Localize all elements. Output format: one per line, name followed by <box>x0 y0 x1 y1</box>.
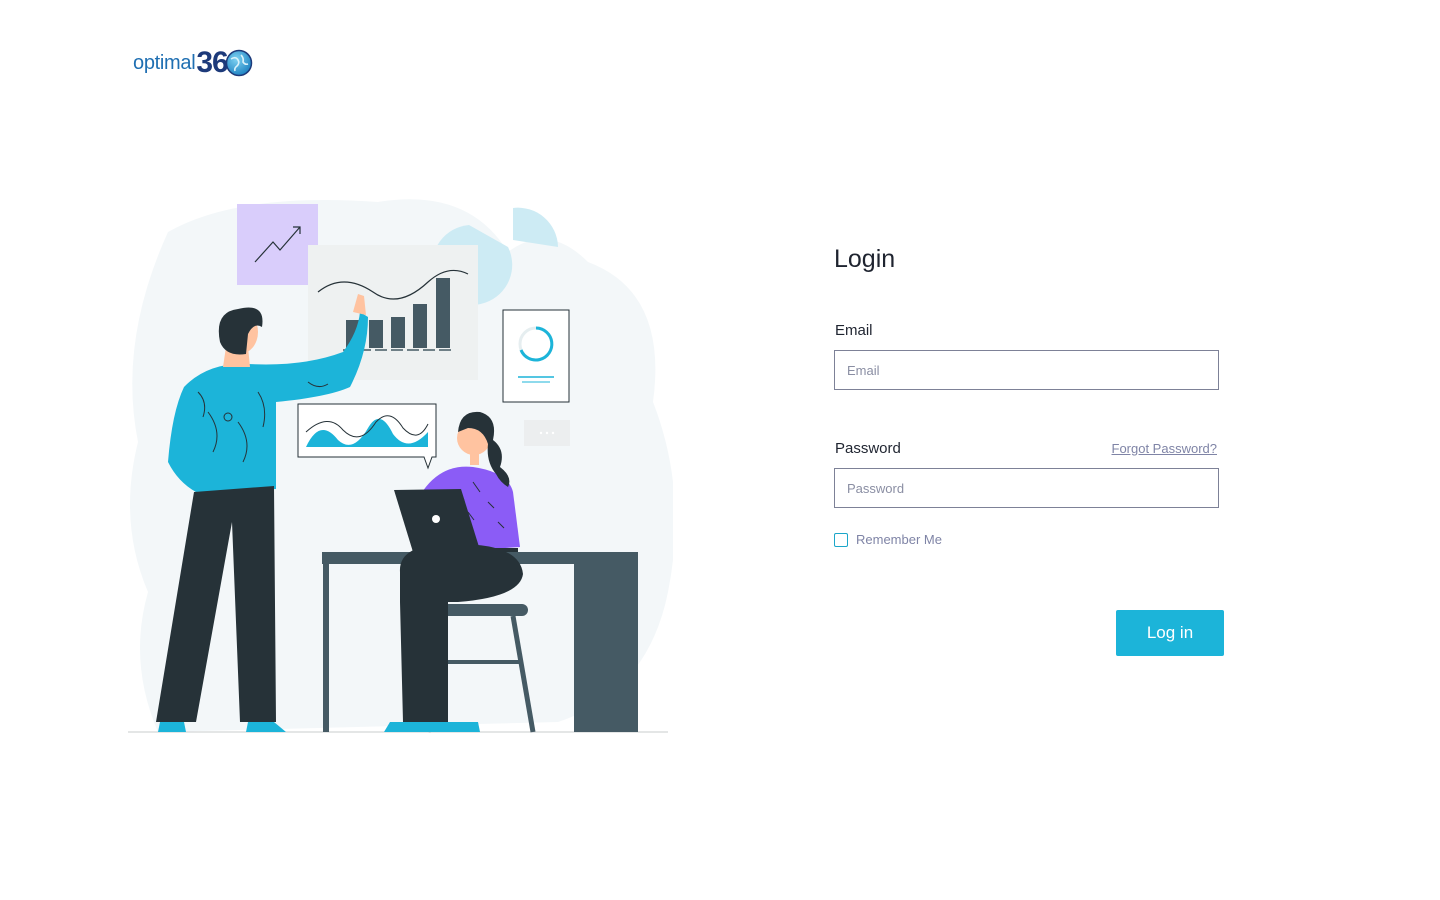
page-title: Login <box>834 245 896 273</box>
login-button[interactable]: Log in <box>1116 610 1224 656</box>
remember-me-label: Remember Me <box>856 532 942 547</box>
password-label: Password <box>835 440 901 457</box>
remember-me[interactable]: Remember Me <box>834 532 942 547</box>
analytics-illustration <box>128 199 673 733</box>
email-label: Email <box>835 322 873 339</box>
remember-me-checkbox[interactable] <box>834 532 848 547</box>
globe-icon <box>225 49 252 77</box>
trend-card <box>237 204 318 285</box>
password-field[interactable] <box>834 468 1219 508</box>
login-form: Login Email Password Forgot Password? Re… <box>834 245 1224 656</box>
forgot-password-link[interactable]: Forgot Password? <box>1112 441 1218 456</box>
brand-logo: optimal 36 <box>133 46 253 80</box>
brand-word: optimal <box>133 51 196 74</box>
brand-number: 36 <box>196 46 228 79</box>
donut-card <box>502 309 570 403</box>
email-field[interactable] <box>834 350 1219 390</box>
